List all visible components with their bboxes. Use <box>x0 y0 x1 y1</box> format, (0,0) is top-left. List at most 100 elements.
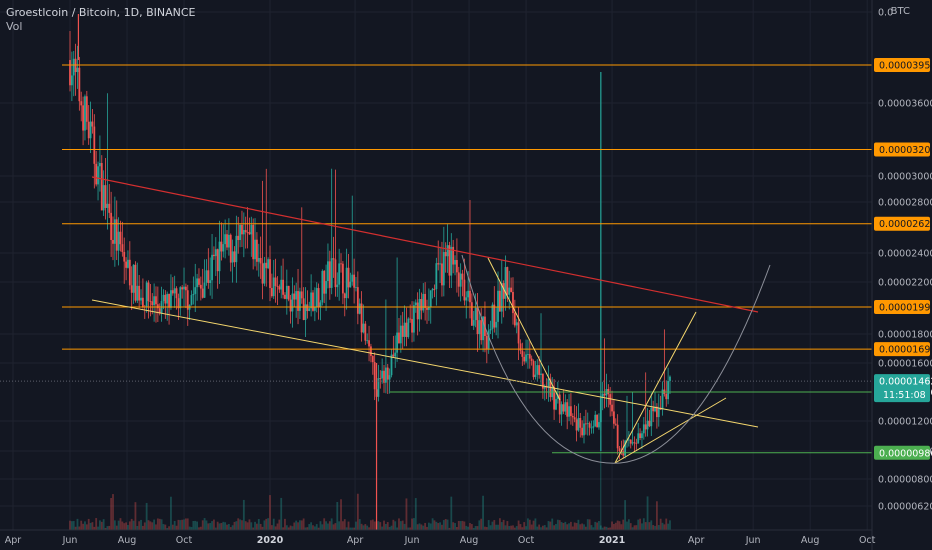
candle-body <box>145 282 148 307</box>
candle-body <box>327 261 329 282</box>
volume-bar <box>618 521 621 530</box>
candle-body <box>581 427 584 436</box>
candle-body <box>267 259 270 269</box>
volume-bar <box>476 526 479 530</box>
price-chart[interactable]: 0.000006200.000008000.000010000.00001200… <box>0 0 932 550</box>
volume-bar <box>596 522 598 530</box>
candle-body <box>300 291 303 299</box>
candle-body <box>270 287 273 297</box>
candle-body <box>112 239 114 244</box>
volume-bar <box>590 525 593 530</box>
candle-body <box>184 286 187 291</box>
volume-bar <box>384 523 387 530</box>
candle-body <box>461 273 464 280</box>
volume-bar <box>100 521 103 530</box>
candle-body <box>384 367 387 383</box>
volume-bar <box>291 526 294 530</box>
volume-bar <box>336 501 339 530</box>
candle-body <box>474 307 477 321</box>
volume-bar <box>117 520 120 530</box>
candle-body <box>213 254 215 257</box>
volume-bar <box>656 501 658 530</box>
volume-bar <box>233 521 236 530</box>
volume-bar <box>538 524 541 530</box>
volume-bar <box>231 525 234 530</box>
candle-body <box>239 224 241 241</box>
candle-body <box>431 288 434 291</box>
volume-bar <box>491 521 494 530</box>
volume-bar <box>272 518 275 530</box>
volume-bar <box>652 525 655 530</box>
candle-body <box>287 285 290 300</box>
volume-bar <box>364 524 367 530</box>
candle-body <box>631 442 634 444</box>
volume-bar <box>626 521 628 530</box>
volume-bar <box>502 519 505 530</box>
candle-body <box>302 298 305 320</box>
candle-body <box>611 404 613 412</box>
candle-body <box>181 287 184 290</box>
volume-bar <box>527 518 529 530</box>
candle-body <box>196 278 199 288</box>
volume-bar <box>517 520 520 530</box>
volume-bar <box>375 521 378 530</box>
volume-bar <box>411 518 413 530</box>
candle-body <box>564 402 567 412</box>
candle-body <box>652 407 655 412</box>
candle-body <box>351 274 354 282</box>
candle-body <box>100 163 103 211</box>
volume-bar <box>480 518 483 530</box>
candle-body <box>216 249 219 272</box>
candle-body <box>650 407 653 427</box>
volume-bar <box>328 521 331 530</box>
current-price-label: 0.00001462 <box>879 377 932 388</box>
volume-bar <box>201 520 204 530</box>
candle-body <box>117 231 120 251</box>
volume-bar <box>403 523 406 530</box>
candle-body <box>334 259 337 288</box>
volume-bar <box>280 497 283 530</box>
volume-bar <box>181 519 184 530</box>
candle-body <box>173 288 176 294</box>
bar-countdown-timer: 11:51:08 <box>883 390 926 401</box>
volume-bar <box>95 518 98 530</box>
candle-body <box>328 261 331 288</box>
volume-bar <box>534 518 537 530</box>
volume-bar <box>562 522 565 530</box>
volume-bar <box>112 494 114 530</box>
volume-bar <box>158 518 161 530</box>
candle-body <box>246 232 249 233</box>
volume-bar <box>444 519 447 530</box>
candle-body <box>534 374 537 378</box>
candle-body <box>437 263 440 265</box>
volume-bar <box>227 524 230 530</box>
candle-body <box>614 423 617 425</box>
volume-bar <box>470 524 473 530</box>
candle-body <box>510 287 513 292</box>
candle-body <box>403 322 406 337</box>
volume-bar <box>321 524 324 530</box>
candle-body <box>562 404 565 412</box>
volume-indicator-label[interactable]: Vol <box>6 20 22 33</box>
volume-bar <box>78 526 81 530</box>
volume-bar <box>583 524 585 530</box>
candle-body <box>616 424 619 449</box>
time-tick-label: Oct <box>859 535 876 546</box>
candle-body <box>211 254 213 281</box>
volume-bar <box>125 522 127 530</box>
candle-body <box>226 234 228 248</box>
volume-bar <box>422 525 425 530</box>
candle-body <box>308 308 311 311</box>
candle-body <box>508 287 511 295</box>
volume-bar <box>147 520 150 530</box>
volume-bar <box>594 521 597 530</box>
volume-bar <box>532 520 535 530</box>
candle-body <box>171 290 174 294</box>
candle-body <box>179 287 182 309</box>
candle-body <box>254 239 256 260</box>
volume-bar <box>442 520 445 530</box>
candle-body <box>388 375 391 380</box>
volume-bar <box>89 522 92 530</box>
volume-bar <box>254 521 256 530</box>
volume-bar <box>220 523 223 530</box>
